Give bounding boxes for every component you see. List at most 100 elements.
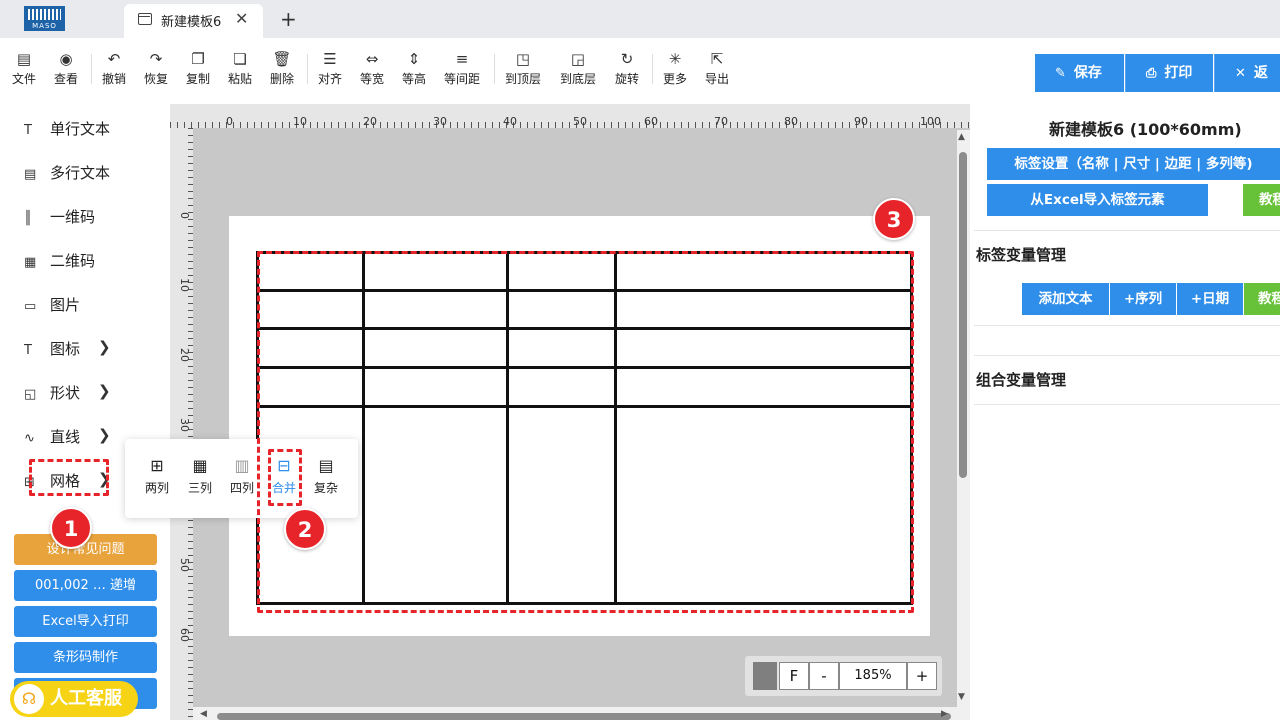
- more-icon: ✳: [668, 50, 682, 68]
- zoom-input[interactable]: 185%: [839, 662, 907, 690]
- toolbar-send-back[interactable]: ◲ 到底层: [560, 50, 596, 87]
- sidebar-item-shape[interactable]: ◱ 形状 ❯: [24, 382, 111, 406]
- save-button[interactable]: ✎ 保存: [1035, 54, 1124, 92]
- toolbar-more[interactable]: ✳ 更多: [663, 50, 687, 87]
- option-label: 四列: [229, 481, 254, 495]
- template-title: 新建模板6 (100*60mm): [1049, 120, 1242, 139]
- toolbar-label: 查看: [54, 72, 79, 86]
- ruler-tick: 90: [854, 115, 868, 128]
- three-columns-icon: ▦: [192, 456, 208, 475]
- ruler-tick: 60: [644, 115, 658, 128]
- send-back-icon: ◲: [570, 50, 586, 68]
- step-marker: 2: [284, 508, 326, 550]
- toolbar-equal-height[interactable]: ⇕ 等高: [402, 50, 426, 87]
- new-tab-button[interactable]: +: [280, 7, 297, 31]
- ruler-tick: 20: [363, 115, 377, 128]
- ruler-tick: 40: [503, 115, 517, 128]
- divider: [974, 230, 1280, 231]
- toolbar-rotate[interactable]: ↻ 旋转: [615, 50, 639, 87]
- toolbar-label: 到顶层: [505, 72, 542, 86]
- toolbar-paste[interactable]: ❏ 粘贴: [228, 50, 252, 87]
- back-button[interactable]: ✕返回: [1214, 54, 1280, 120]
- tutorial-button-2[interactable]: 教程: [1244, 283, 1280, 315]
- sidebar-item-qrcode[interactable]: ▦ 二维码: [24, 250, 95, 274]
- scroll-right-icon[interactable]: ▶: [941, 709, 948, 719]
- horizontal-scroll-thumb[interactable]: [217, 713, 951, 720]
- print-button[interactable]: ⎙ 打印: [1125, 54, 1213, 92]
- support-button[interactable]: ☊ 人工客服: [10, 681, 138, 717]
- qrcode-icon: ▦: [24, 255, 37, 270]
- color-swatch[interactable]: [753, 662, 777, 690]
- close-icon: ✕: [1235, 66, 1246, 81]
- sidebar-label: 形状: [50, 384, 81, 402]
- toolbar-label: 撤销: [102, 72, 127, 86]
- sidebar-item-single-text[interactable]: T 单行文本: [24, 118, 110, 142]
- label-settings-button[interactable]: 标签设置（名称 | 尺寸 | 边距 | 多列等): [987, 148, 1280, 180]
- scroll-left-icon[interactable]: ◀: [200, 709, 207, 719]
- scroll-down-icon[interactable]: ▼: [958, 692, 965, 702]
- toolbar-delete[interactable]: 🗑 删除: [270, 50, 294, 87]
- grid-option-three-columns[interactable]: ▦ 三列: [183, 457, 217, 496]
- option-label: 两列: [144, 481, 169, 495]
- toolbar-label: 等宽: [360, 72, 385, 86]
- sidebar-item-glyph[interactable]: T 图标 ❯: [24, 338, 111, 362]
- toolbar-copy[interactable]: ❐ 复制: [186, 50, 210, 87]
- option-label: 三列: [187, 481, 212, 495]
- barcode-make-button[interactable]: 条形码制作: [14, 642, 157, 673]
- ruler-tick: 50: [573, 115, 587, 128]
- toolbar-label: 文件: [12, 72, 37, 86]
- excel-print-button[interactable]: Excel导入打印: [14, 606, 157, 637]
- ruler-tick: 50: [178, 558, 191, 572]
- line-icon: ∿: [24, 431, 35, 446]
- vertical-scroll-thumb[interactable]: [959, 152, 967, 478]
- close-icon[interactable]: ✕: [235, 9, 248, 28]
- tutorial-button[interactable]: 教程: [1243, 184, 1280, 216]
- image-icon: ▭: [24, 299, 37, 314]
- bring-front-icon: ◳: [515, 50, 531, 68]
- toolbar-label: 复制: [186, 72, 211, 86]
- toolbar-redo[interactable]: ↷ 恢复: [144, 50, 168, 87]
- paste-icon: ❏: [233, 50, 247, 68]
- fit-button[interactable]: F: [779, 662, 809, 690]
- toolbar-equal-width[interactable]: ⇔ 等宽: [360, 50, 384, 87]
- ruler-tick: 0: [226, 115, 233, 128]
- copy-icon: ❐: [191, 50, 205, 68]
- increment-button[interactable]: 001,002 … 递增: [14, 570, 157, 601]
- sidebar-label: 一维码: [50, 208, 96, 226]
- sidebar-item-multi-text[interactable]: ▤ 多行文本: [24, 162, 110, 186]
- toolbar-view[interactable]: ◉ 查看: [54, 50, 78, 87]
- sidebar-item-line[interactable]: ∿ 直线 ❯: [24, 426, 111, 450]
- scroll-up-icon[interactable]: ▲: [958, 132, 965, 142]
- sidebar-item-barcode[interactable]: ║ 一维码: [24, 206, 95, 230]
- zoom-bar: F - 185% +: [745, 656, 942, 696]
- add-date-button[interactable]: +日期: [1177, 283, 1243, 315]
- divider: [652, 54, 653, 84]
- grid-option-four-columns[interactable]: ▥ 四列: [225, 457, 259, 496]
- zoom-in-button[interactable]: +: [907, 662, 937, 690]
- toolbar-bring-front[interactable]: ◳ 到顶层: [505, 50, 541, 87]
- file-icon: ▤: [16, 50, 32, 68]
- add-text-button[interactable]: 添加文本: [1022, 283, 1109, 315]
- barcode-icon: ║: [24, 211, 32, 226]
- equal-spacing-icon: ≡: [455, 50, 469, 68]
- divider: [494, 54, 495, 84]
- add-sequence-button[interactable]: +序列: [1110, 283, 1176, 315]
- multiline-text-icon: ▤: [24, 167, 37, 182]
- toolbar-undo[interactable]: ↶ 撤销: [102, 50, 126, 87]
- toolbar-equal-spacing[interactable]: ≡ 等间距: [444, 50, 480, 87]
- toolbar-align[interactable]: ☰ 对齐: [318, 50, 342, 87]
- grid-option-two-columns[interactable]: ⊞ 两列: [140, 457, 174, 496]
- toolbar-export[interactable]: ⇱ 导出: [705, 50, 729, 87]
- edit-icon: ✎: [1055, 66, 1066, 81]
- step-marker: 3: [873, 198, 915, 240]
- four-columns-icon: ▥: [234, 456, 250, 475]
- toolbar-label: 导出: [705, 72, 730, 86]
- equal-height-icon: ⇕: [407, 50, 421, 68]
- toolbar-file[interactable]: ▤ 文件: [12, 50, 36, 87]
- tab-template[interactable]: 新建模板6 ✕: [124, 4, 263, 38]
- sidebar-item-image[interactable]: ▭ 图片: [24, 294, 80, 318]
- toolbar-label: 等间距: [444, 72, 481, 86]
- import-excel-button[interactable]: 从Excel导入标签元素: [987, 184, 1208, 216]
- zoom-out-button[interactable]: -: [809, 662, 839, 690]
- logo-text: MASO: [32, 22, 57, 30]
